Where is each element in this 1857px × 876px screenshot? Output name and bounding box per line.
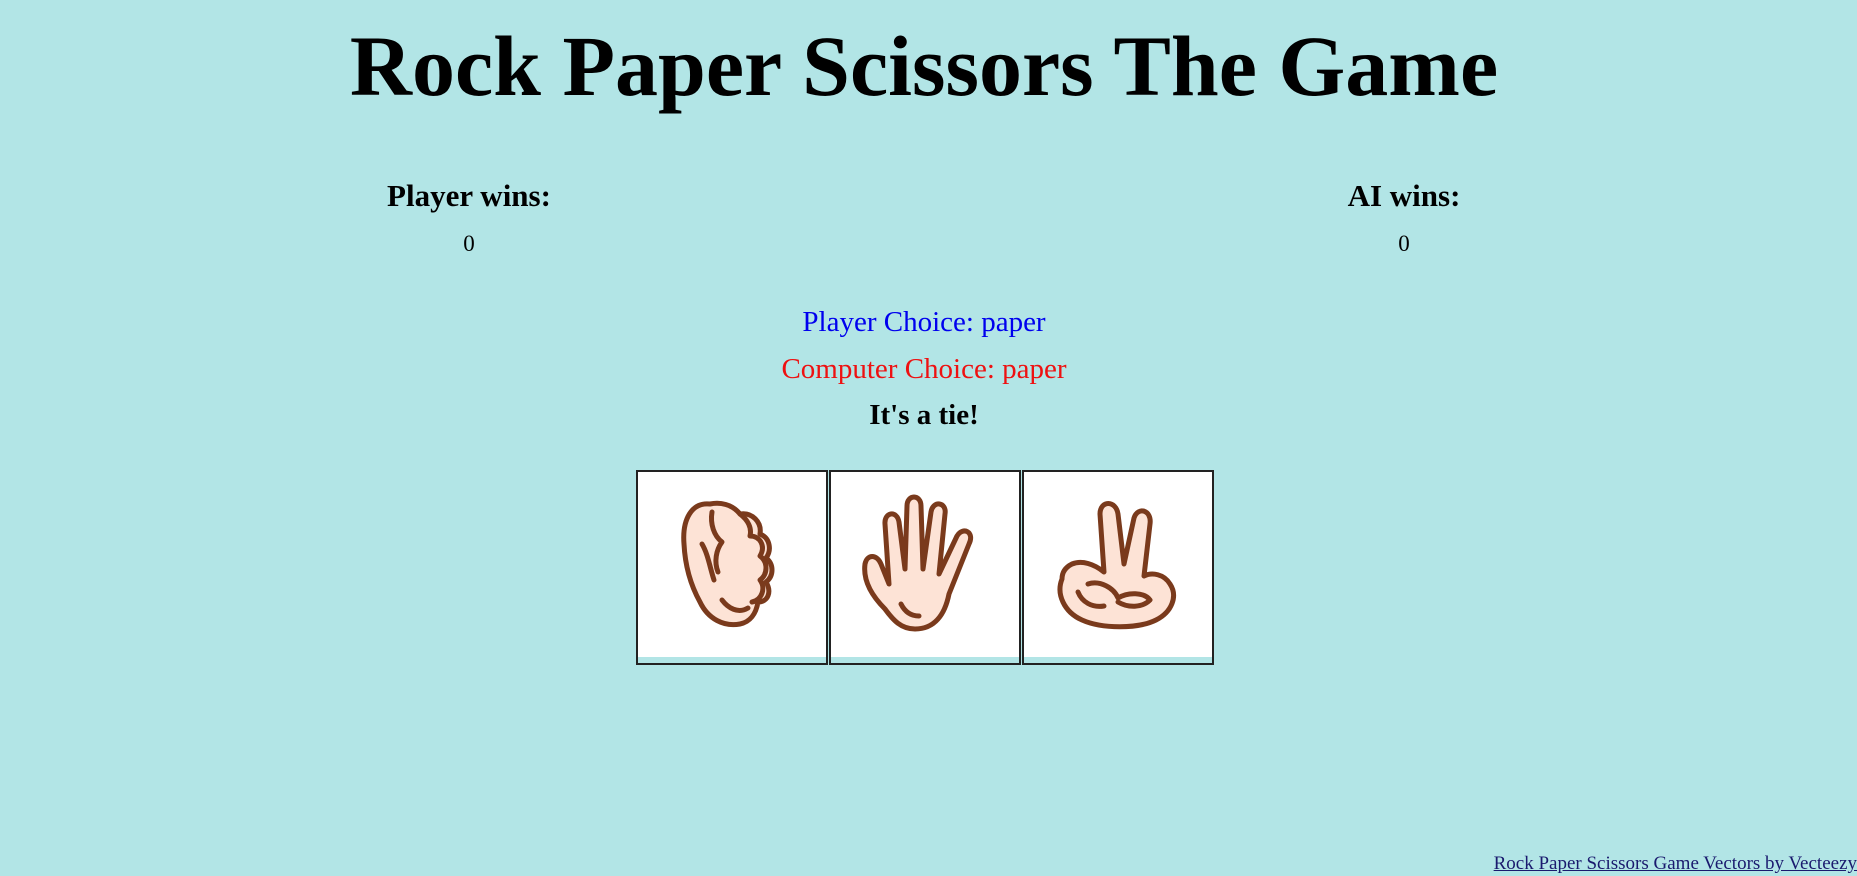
rock-button[interactable] [636,470,828,665]
paper-hand-icon [862,494,973,632]
vecteezy-credit-link[interactable]: Rock Paper Scissors Game Vectors by Vect… [1494,852,1857,876]
rock-hand-icon [681,500,775,628]
scissors-hand-icon [1057,501,1176,630]
ai-wins-label: AI wins: [1347,178,1461,213]
choice-buttons [636,470,1215,665]
player-wins-count: 0 [463,231,475,256]
page-title: Rock Paper Scissors The Game [349,18,1499,114]
ai-score-panel: AI wins: 0 [1254,178,1554,258]
ai-wins-count: 0 [1398,231,1410,256]
player-wins-label: Player wins: [387,178,551,213]
paper-button[interactable] [829,470,1021,665]
computer-choice-text: Computer Choice: paper [781,353,1067,385]
player-score-panel: Player wins: 0 [319,178,619,258]
scissors-button[interactable] [1022,470,1214,665]
round-result: It's a tie! [869,399,979,431]
player-choice-text: Player Choice: paper [802,306,1046,338]
